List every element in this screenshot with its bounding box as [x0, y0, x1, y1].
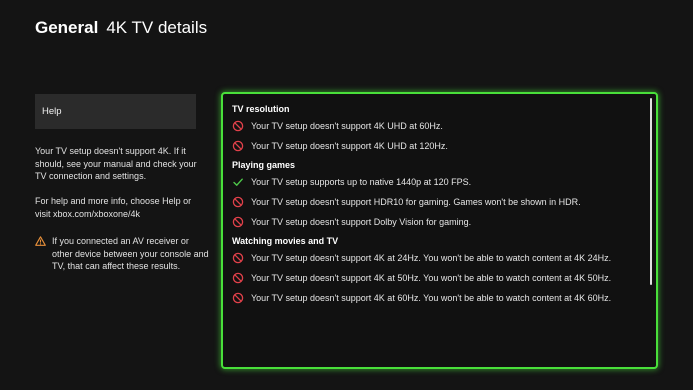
detail-item: Your TV setup doesn't support Dolby Visi… — [232, 216, 642, 228]
unsupported-message: Your TV setup doesn't support 4K. If it … — [35, 146, 197, 181]
details-group: Watching movies and TV Your TV setup does… — [232, 236, 642, 304]
group-heading: Playing games — [232, 160, 296, 170]
page-title: 4K TV details — [106, 18, 208, 37]
tv-details-screen: General 4K TV details Help Your TV setup… — [0, 0, 693, 390]
detail-item-text: Your TV setup doesn't support 4K at 60Hz… — [251, 293, 612, 303]
prohibited-icon — [232, 120, 244, 132]
details-group: TV resolution Your TV setup doesn't suppo… — [232, 104, 642, 152]
details-group: Playing games Your TV setup supports up t… — [232, 160, 642, 228]
help-info-text: For help and more info, choose Help or v… — [35, 196, 192, 219]
detail-item-text: Your TV setup doesn't support HDR10 for … — [251, 197, 581, 207]
help-button[interactable]: Help — [35, 94, 196, 129]
section-title: General — [35, 18, 99, 37]
prohibited-icon — [232, 196, 244, 208]
group-heading: Watching movies and TV — [232, 236, 339, 246]
prohibited-icon — [232, 292, 244, 304]
details-list: TV resolution Your TV setup doesn't suppo… — [232, 104, 642, 312]
help-button-label: Help — [42, 106, 62, 117]
detail-item: Your TV setup doesn't support 4K at 60Hz… — [232, 292, 642, 304]
prohibited-icon — [232, 140, 244, 152]
av-receiver-warning: If you connected an AV receiver or other… — [35, 235, 210, 273]
detail-item-text: Your TV setup doesn't support Dolby Visi… — [251, 217, 472, 227]
detail-item: Your TV setup doesn't support 4K at 50Hz… — [232, 272, 642, 284]
checkmark-icon — [233, 178, 243, 186]
detail-item: Your TV setup doesn't support 4K UHD at … — [232, 120, 642, 132]
detail-item-text: Your TV setup doesn't support 4K at 24Hz… — [251, 253, 612, 263]
detail-item-text: Your TV setup doesn't support 4K at 50Hz… — [251, 273, 612, 283]
page-header: General 4K TV details — [35, 18, 207, 38]
group-heading: TV resolution — [232, 104, 290, 114]
detail-item-text: Your TV setup supports up to native 1440… — [251, 177, 472, 187]
warning-text: If you connected an AV receiver or other… — [52, 236, 209, 271]
prohibited-icon — [232, 272, 244, 284]
prohibited-icon — [232, 216, 244, 228]
details-scrollbar[interactable] — [650, 98, 652, 285]
detail-item: Your TV setup supports up to native 1440… — [232, 176, 642, 188]
prohibited-icon — [232, 252, 244, 264]
detail-item: Your TV setup doesn't support 4K at 24Hz… — [232, 252, 642, 264]
detail-item: Your TV setup doesn't support HDR10 for … — [232, 196, 642, 208]
tv-details-panel[interactable]: TV resolution Your TV setup doesn't suppo… — [221, 92, 658, 369]
detail-item-text: Your TV setup doesn't support 4K UHD at … — [251, 121, 443, 131]
detail-item: Your TV setup doesn't support 4K UHD at … — [232, 140, 642, 152]
warning-triangle-icon — [35, 236, 46, 246]
detail-item-text: Your TV setup doesn't support 4K UHD at … — [251, 141, 448, 151]
